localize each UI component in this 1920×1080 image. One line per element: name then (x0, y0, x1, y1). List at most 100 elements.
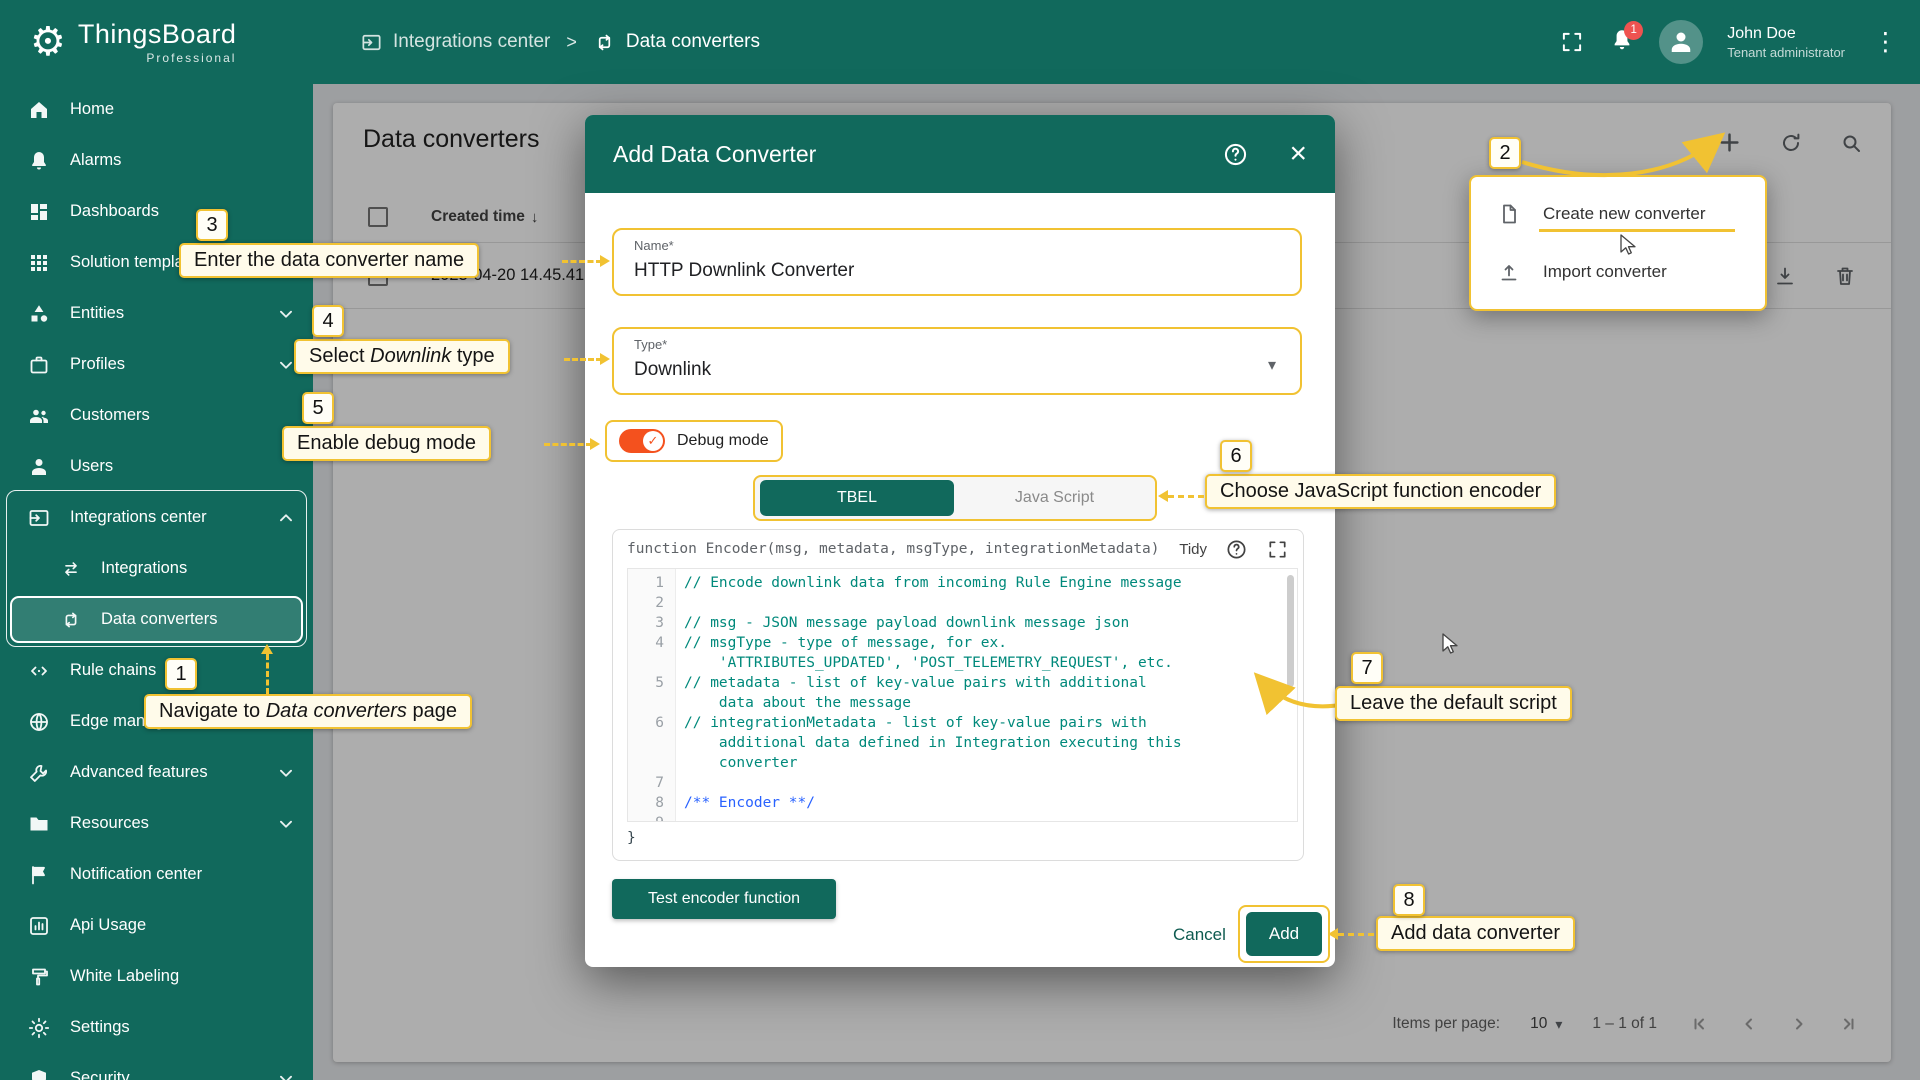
annotation-3-arrow (600, 255, 610, 267)
chevron-down-icon (275, 1068, 297, 1080)
person-icon (1666, 27, 1696, 57)
annotation-4-arrow (600, 353, 610, 365)
notification-badge: 1 (1624, 21, 1643, 40)
type-label: Type* (634, 337, 667, 352)
code-text: /** Encoder **/ (676, 793, 1297, 813)
sidebar-item-label: Entities (70, 304, 124, 323)
sidebar-item-notification-center[interactable]: Notification center (0, 849, 313, 900)
editor-scrollbar[interactable] (1287, 575, 1294, 687)
security-icon (27, 1067, 51, 1080)
close-icon[interactable]: × (1289, 135, 1307, 173)
fullscreen-icon[interactable] (1559, 29, 1585, 55)
code-editor[interactable]: 1// Encode downlink data from incoming R… (627, 568, 1298, 822)
apps-icon (27, 251, 51, 275)
code-line: 9 (628, 813, 1297, 822)
app-subtitle: Professional (78, 51, 237, 65)
code-text: // integrationMetadata - list of key-val… (676, 713, 1297, 773)
annotation-7-box: Leave the default script (1335, 686, 1572, 721)
sidebar-item-label: Customers (70, 406, 150, 425)
menu-item-create-new-converter[interactable]: Create new converter (1471, 185, 1765, 243)
cancel-button[interactable]: Cancel (1163, 919, 1236, 951)
type-select[interactable]: Type* Downlink ▾ (612, 327, 1302, 395)
integrations-center-icon (27, 506, 51, 530)
annotation-4-connector (564, 358, 602, 361)
tab-javascript[interactable]: Java Script (954, 489, 1155, 507)
sidebar-item-white-labeling[interactable]: White Labeling (0, 951, 313, 1002)
menu-item-import-converter[interactable]: Import converter (1471, 243, 1765, 301)
sidebar-item-label: Notification center (70, 865, 202, 884)
sidebar-item-dashboards[interactable]: Dashboards (0, 186, 313, 237)
editor-expand-icon[interactable] (1266, 538, 1289, 561)
breadcrumb: Integrations center > Data converters (360, 0, 760, 84)
file-icon (1497, 202, 1521, 226)
breadcrumb-separator: > (566, 32, 577, 53)
sidebar-item-profiles[interactable]: Profiles (0, 339, 313, 390)
annotation-4-badge: 4 (312, 305, 344, 337)
annotation-7-badge: 7 (1351, 652, 1383, 684)
code-line: 5// metadata - list of key-value pairs w… (628, 673, 1297, 713)
chevron-up-icon (275, 507, 297, 529)
name-field[interactable]: Name* HTTP Downlink Converter (612, 228, 1302, 296)
avatar[interactable] (1659, 20, 1703, 64)
code-line: 7 (628, 773, 1297, 793)
annotation-8-connector (1338, 933, 1374, 936)
help-icon[interactable] (1222, 141, 1249, 168)
encoder-language-tabs: TBEL Java Script (753, 475, 1157, 521)
debug-mode-toggle-group: ✓ Debug mode (605, 420, 783, 462)
sidebar-item-home[interactable]: Home (0, 84, 313, 135)
menu-item-label: Create new converter (1543, 204, 1706, 224)
annotation-3-badge: 3 (196, 209, 228, 241)
sidebar-item-security[interactable]: Security (0, 1053, 313, 1080)
sidebar-item-customers[interactable]: Customers (0, 390, 313, 441)
annotation-6-badge: 6 (1220, 440, 1252, 472)
more-menu-icon[interactable]: ⋮ (1869, 30, 1902, 55)
menu-items: Create new converter Import converter (1471, 185, 1765, 301)
add-data-converter-dialog: Add Data Converter × Name* HTTP Downlink… (585, 115, 1335, 967)
debug-mode-toggle[interactable]: ✓ (619, 429, 665, 453)
annotation-2-underline (1539, 229, 1735, 232)
code-line: 1// Encode downlink data from incoming R… (628, 573, 1297, 593)
entities-icon (27, 302, 51, 326)
add-button[interactable]: Add (1246, 912, 1322, 956)
sidebar-nav: HomeAlarmsDashboardsSolution templatesEn… (0, 84, 313, 1080)
code-line: 6// integrationMetadata - list of key-va… (628, 713, 1297, 773)
breadcrumb-integrations-center[interactable]: Integrations center (360, 31, 550, 54)
sidebar-item-entities[interactable]: Entities (0, 288, 313, 339)
bell-icon (27, 149, 51, 173)
user-role: Tenant administrator (1727, 44, 1845, 61)
editor-help-icon[interactable] (1225, 538, 1248, 561)
advanced-icon (27, 761, 51, 785)
sidebar-item-advanced-features[interactable]: Advanced features (0, 747, 313, 798)
code-line: 3// msg - JSON message payload downlink … (628, 613, 1297, 633)
sidebar-item-api-usage[interactable]: Api Usage (0, 900, 313, 951)
sidebar-item-label: Settings (70, 1018, 130, 1037)
sidebar-item-alarms[interactable]: Alarms (0, 135, 313, 186)
sidebar-item-users[interactable]: Users (0, 441, 313, 492)
sidebar-item-settings[interactable]: Settings (0, 1002, 313, 1053)
notifications-button[interactable]: 1 (1609, 27, 1635, 58)
annotation-5-connector (544, 443, 592, 446)
dialog-title: Add Data Converter (613, 141, 816, 168)
sidebar-item-label: Alarms (70, 151, 121, 170)
sidebar-item-integrations[interactable]: Integrations (0, 543, 313, 594)
sidebar-item-integrations-center[interactable]: Integrations center (0, 492, 313, 543)
annotation-3-connector (562, 260, 602, 263)
sidebar-item-data-converters[interactable]: Data converters (10, 596, 303, 643)
annotation-1-arrow (261, 644, 273, 654)
app-logo[interactable]: ⚙ ThingsBoard Professional (30, 12, 236, 72)
profiles-icon (27, 353, 51, 377)
name-value: HTTP Downlink Converter (634, 260, 854, 282)
breadcrumb-data-converters[interactable]: Data converters (593, 31, 760, 54)
sidebar-item-label: Advanced features (70, 763, 208, 782)
sidebar-item-label: Profiles (70, 355, 125, 374)
tidy-button[interactable]: Tidy (1179, 541, 1207, 558)
sidebar-item-label: Integrations (101, 559, 187, 578)
users-icon (27, 455, 51, 479)
test-encoder-button[interactable]: Test encoder function (612, 879, 836, 919)
sidebar-item-resources[interactable]: Resources (0, 798, 313, 849)
user-info: John Doe Tenant administrator (1727, 24, 1845, 61)
sidebar-item-label: Data converters (101, 610, 217, 629)
tab-tbel[interactable]: TBEL (760, 480, 954, 516)
code-text: // msgType - type of message, for ex. 'A… (676, 633, 1297, 673)
resources-icon (27, 812, 51, 836)
